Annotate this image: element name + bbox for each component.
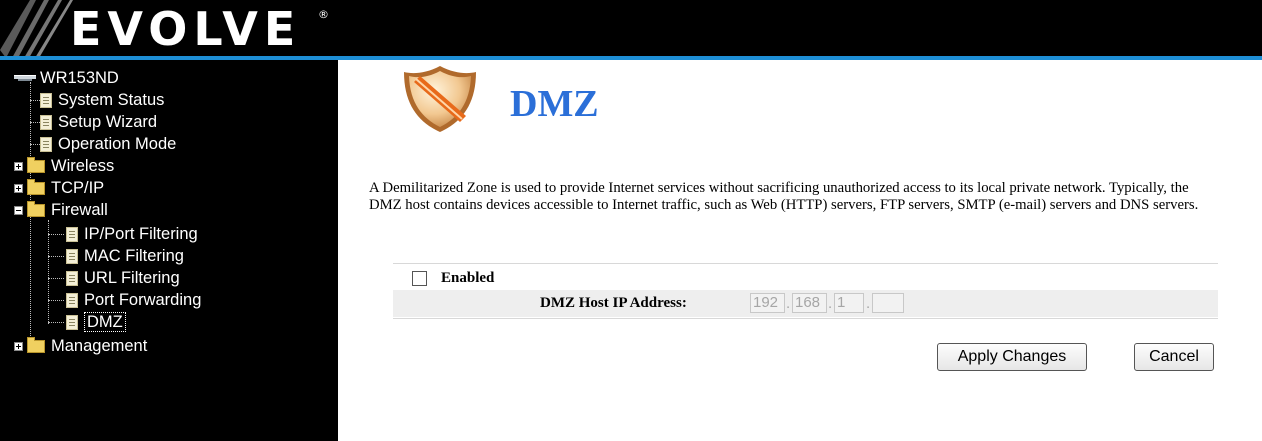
form-divider xyxy=(393,318,1218,319)
dmz-host-ip-label: DMZ Host IP Address: xyxy=(540,295,687,311)
sidebar-item-management[interactable]: Management xyxy=(14,335,147,357)
ip-octet-2-input[interactable]: 168 xyxy=(792,293,827,313)
sidebar-nav-tree: WR153ND System Status Setup Wizard Opera… xyxy=(0,60,338,441)
sidebar-item-label: System Status xyxy=(58,91,165,109)
document-icon xyxy=(66,314,78,330)
ip-separator: . xyxy=(866,295,871,312)
dmz-shield-icon xyxy=(404,66,476,132)
sidebar-item-label: IP/Port Filtering xyxy=(84,225,198,243)
sidebar-item-label: Wireless xyxy=(51,157,115,175)
document-icon xyxy=(40,136,52,152)
tree-line xyxy=(48,256,64,257)
tree-root[interactable]: WR153ND xyxy=(14,67,119,89)
document-icon xyxy=(66,292,78,308)
dmz-host-ip-row: DMZ Host IP Address: 192 . 168 . 1 . xyxy=(393,290,1218,317)
sidebar-item-port-forwarding[interactable]: Port Forwarding xyxy=(66,289,201,311)
brand-registered-mark: ® xyxy=(318,8,329,21)
folder-icon xyxy=(27,178,45,195)
header-bar: EVOLVE ® xyxy=(0,0,1262,60)
document-icon xyxy=(40,92,52,108)
enabled-checkbox[interactable] xyxy=(412,270,427,286)
page-title: DMZ xyxy=(510,83,599,125)
sidebar-item-setup-wizard[interactable]: Setup Wizard xyxy=(40,111,157,133)
sidebar-item-label-selected: DMZ xyxy=(84,312,126,332)
sidebar-item-system-status[interactable]: System Status xyxy=(40,89,164,111)
brand-stripes-graphic xyxy=(0,0,73,58)
tree-line xyxy=(48,220,49,324)
document-icon xyxy=(66,270,78,286)
form-divider xyxy=(393,263,1218,264)
ip-separator: . xyxy=(828,295,833,312)
document-icon xyxy=(66,248,78,264)
expand-icon[interactable] xyxy=(14,161,23,171)
sidebar-item-label: Setup Wizard xyxy=(58,113,158,131)
sidebar-item-label: Operation Mode xyxy=(58,135,177,153)
sidebar-item-label: MAC Filtering xyxy=(84,247,184,265)
collapse-icon[interactable] xyxy=(14,205,23,215)
sidebar-item-wireless[interactable]: Wireless xyxy=(14,155,114,177)
sidebar-item-mac-filtering[interactable]: MAC Filtering xyxy=(66,245,184,267)
sidebar-item-firewall[interactable]: Firewall xyxy=(14,199,108,221)
folder-icon xyxy=(27,336,45,353)
sidebar-item-label: Firewall xyxy=(51,201,108,219)
brand-logo: EVOLVE xyxy=(70,2,302,56)
document-icon xyxy=(66,226,78,242)
tree-line xyxy=(48,300,64,301)
page-description: A Demilitarized Zone is used to provide … xyxy=(369,180,1199,213)
folder-icon xyxy=(27,156,45,173)
apply-changes-button[interactable]: Apply Changes xyxy=(937,343,1087,371)
sidebar-item-ip-port-filtering[interactable]: IP/Port Filtering xyxy=(66,223,198,245)
sidebar-item-label: Management xyxy=(51,337,148,355)
tree-line xyxy=(48,234,64,235)
ip-octet-3-input[interactable]: 1 xyxy=(834,293,864,313)
document-icon xyxy=(40,114,52,130)
enabled-row: Enabled xyxy=(393,266,1218,290)
main-content: DMZ A Demilitarized Zone is used to prov… xyxy=(338,60,1262,441)
sidebar-item-url-filtering[interactable]: URL Filtering xyxy=(66,267,180,289)
sidebar-item-label: Port Forwarding xyxy=(84,291,202,309)
tree-root-label: WR153ND xyxy=(40,69,119,87)
ip-octet-4-input[interactable] xyxy=(872,293,904,313)
ip-octet-1-input[interactable]: 192 xyxy=(750,293,785,313)
sidebar-item-label: URL Filtering xyxy=(84,269,180,287)
cancel-button[interactable]: Cancel xyxy=(1134,343,1214,371)
enabled-label: Enabled xyxy=(441,269,495,286)
sidebar-item-operation-mode[interactable]: Operation Mode xyxy=(40,133,176,155)
sidebar-item-dmz[interactable]: DMZ xyxy=(66,311,126,333)
sidebar-item-tcpip[interactable]: TCP/IP xyxy=(14,177,104,199)
tree-line xyxy=(48,322,64,323)
router-icon xyxy=(14,73,36,83)
open-folder-icon xyxy=(27,200,45,217)
expand-icon[interactable] xyxy=(14,341,23,351)
expand-icon[interactable] xyxy=(14,183,23,193)
sidebar-item-label: TCP/IP xyxy=(51,179,105,197)
tree-line xyxy=(48,278,64,279)
ip-separator: . xyxy=(786,295,791,312)
